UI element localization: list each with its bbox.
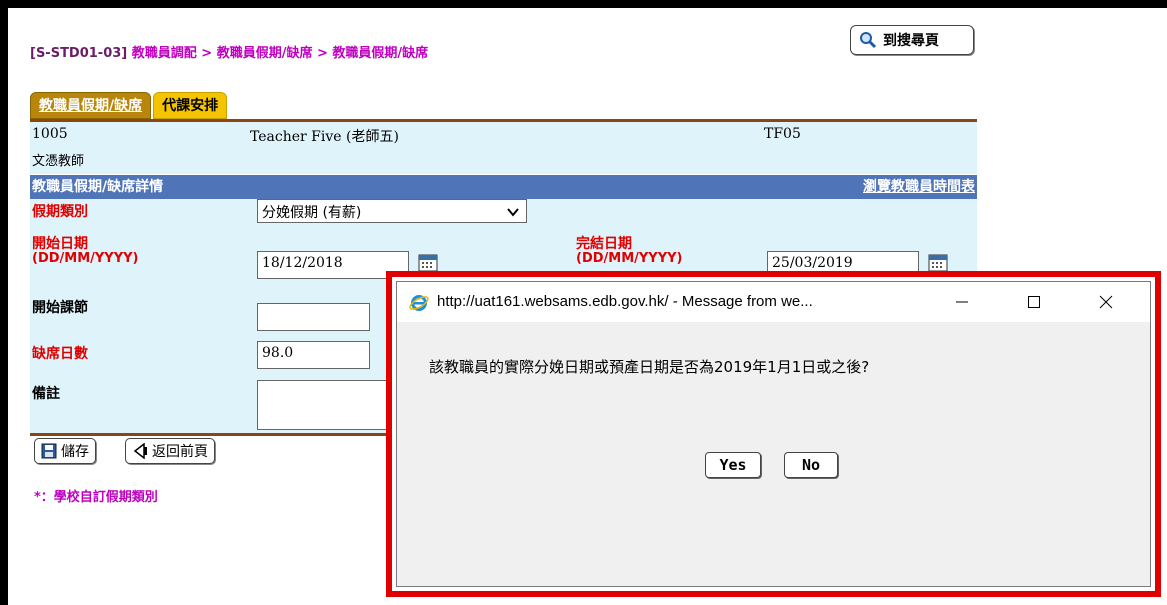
start-period-input[interactable] bbox=[257, 303, 370, 331]
dialog-body: 該教職員的實際分娩日期或預產日期是否為2019年1月1日或之後? Yes No bbox=[397, 322, 1150, 586]
dialog-titlebar[interactable]: http://uat161.websams.edb.gov.hk/ - Mess… bbox=[397, 282, 1150, 322]
view-timetable-link[interactable]: 瀏覽教職員時間表 bbox=[863, 175, 975, 199]
leave-type-select[interactable]: 分娩假期 (有薪) bbox=[257, 199, 527, 223]
go-to-search-button[interactable]: 到搜尋頁 bbox=[850, 25, 974, 55]
minimize-icon bbox=[956, 301, 968, 303]
close-button[interactable] bbox=[1083, 286, 1129, 318]
chevron-down-icon bbox=[507, 208, 519, 217]
staff-info-panel: 1005 Teacher Five (老師五) TF05 文憑教師 bbox=[30, 122, 977, 174]
yes-button[interactable]: Yes bbox=[705, 452, 761, 478]
staff-id: 1005 bbox=[32, 126, 68, 142]
breadcrumb-path: 教職員調配 > 教職員假期/缺席 > 教職員假期/缺席 bbox=[131, 46, 429, 61]
breadcrumb: [S-STD01-03] 教職員調配 > 教職員假期/缺席 > 教職員假期/缺席 bbox=[30, 42, 428, 61]
calendar-icon[interactable] bbox=[418, 254, 438, 272]
start-date-format: (DD/MM/YYYY) bbox=[32, 251, 139, 266]
staff-name: Teacher Five (老師五) bbox=[250, 129, 399, 145]
dialog-highlight-frame: http://uat161.websams.edb.gov.hk/ - Mess… bbox=[386, 271, 1161, 597]
maximize-button[interactable] bbox=[1011, 286, 1057, 318]
end-date-label: 完結日期 bbox=[576, 236, 632, 252]
section-title: 教職員假期/缺席詳情 bbox=[32, 179, 164, 195]
start-period-label: 開始課節 bbox=[32, 300, 88, 316]
back-button[interactable]: 返回前頁 bbox=[125, 438, 215, 464]
footnote: *：學校自訂假期類別 bbox=[34, 490, 158, 505]
close-icon bbox=[1099, 295, 1113, 309]
absent-days-input[interactable]: 98.0 bbox=[257, 341, 370, 369]
message-dialog: http://uat161.websams.edb.gov.hk/ - Mess… bbox=[396, 281, 1151, 587]
start-date-label: 開始日期 bbox=[32, 236, 88, 252]
save-label: 儲存 bbox=[61, 444, 89, 460]
section-header: 教職員假期/缺席詳情 瀏覽教職員時間表 bbox=[30, 175, 977, 199]
magnifier-icon bbox=[860, 32, 877, 49]
leave-type-label: 假期類別 bbox=[32, 204, 88, 220]
remarks-label: 備註 bbox=[32, 386, 60, 402]
back-label: 返回前頁 bbox=[152, 444, 208, 460]
staff-code: TF05 bbox=[764, 126, 801, 142]
breadcrumb-code: [S-STD01-03] bbox=[30, 46, 128, 61]
go-to-search-label: 到搜尋頁 bbox=[883, 33, 939, 49]
tab-substitution[interactable]: 代課安排 bbox=[153, 92, 228, 119]
no-button[interactable]: No bbox=[784, 452, 838, 478]
internet-explorer-icon bbox=[409, 295, 429, 311]
dialog-title: http://uat161.websams.edb.gov.hk/ - Mess… bbox=[437, 293, 813, 310]
save-button[interactable]: 儲存 bbox=[34, 438, 96, 464]
tab-staff-leave[interactable]: 教職員假期/缺席 bbox=[30, 92, 152, 119]
maximize-icon bbox=[1028, 296, 1040, 308]
back-arrow-icon bbox=[133, 443, 147, 459]
absent-days-label: 缺席日數 bbox=[32, 346, 88, 362]
staff-rank: 文憑教師 bbox=[32, 154, 85, 169]
dialog-message: 該教職員的實際分娩日期或預產日期是否為2019年1月1日或之後? bbox=[429, 358, 870, 376]
tab-bar: 教職員假期/缺席 代課安排 bbox=[30, 92, 229, 119]
end-date-format: (DD/MM/YYYY) bbox=[576, 251, 683, 266]
leave-type-value: 分娩假期 (有薪) bbox=[262, 205, 362, 221]
minimize-button[interactable] bbox=[939, 286, 985, 318]
calendar-icon[interactable] bbox=[928, 254, 948, 272]
floppy-icon bbox=[41, 443, 57, 459]
